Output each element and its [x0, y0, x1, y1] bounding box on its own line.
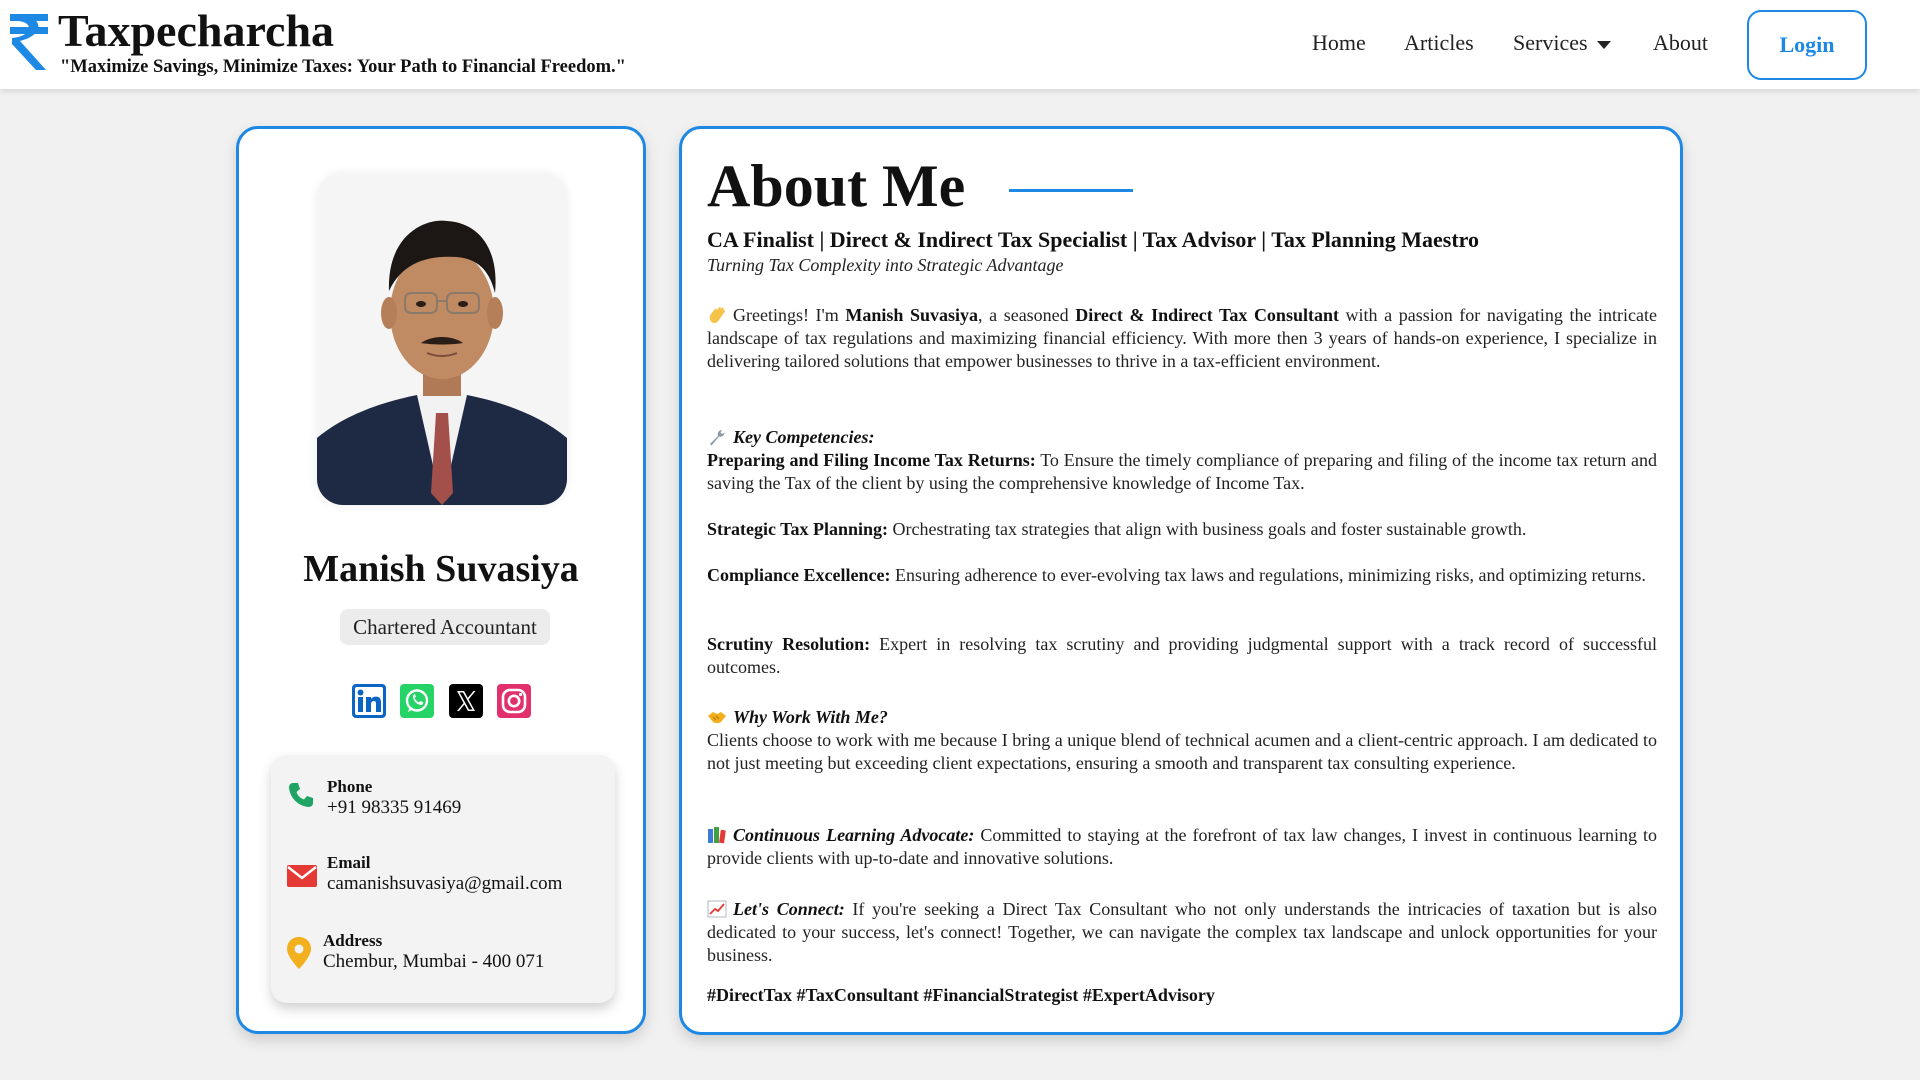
chart-increasing-icon	[707, 900, 727, 918]
title-underline	[1009, 189, 1133, 192]
email-label: Email	[327, 853, 371, 872]
nav-services[interactable]: Services	[1513, 30, 1611, 56]
intro-text-1: Greetings! I'm	[733, 305, 846, 325]
nav-articles[interactable]: Articles	[1404, 30, 1474, 56]
why-work-text: Clients choose to work with me because I…	[707, 730, 1657, 773]
brand-tagline: "Maximize Savings, Minimize Taxes: Your …	[60, 57, 626, 77]
hashtags: #DirectTax #TaxConsultant #FinancialStra…	[707, 985, 1215, 1005]
email-icon	[287, 865, 317, 887]
role-badge: Chartered Accountant	[340, 609, 550, 645]
why-work-heading: Why Work With Me?	[733, 707, 888, 727]
why-work-section: Why Work With Me? Clients choose to work…	[707, 706, 1657, 775]
about-card: About Me CA Finalist | Direct & Indirect…	[679, 126, 1683, 1035]
contact-info-box: Phone +91 98335 91469 Email camanishsuva…	[271, 755, 615, 1003]
intro-text-2: , a seasoned	[978, 305, 1076, 325]
profile-photo	[317, 173, 567, 505]
whatsapp-icon[interactable]	[399, 683, 435, 719]
site-header: Taxpecharcha "Maximize Savings, Minimize…	[0, 0, 1920, 89]
brand-name[interactable]: Taxpecharcha	[58, 2, 334, 60]
x-icon[interactable]	[448, 683, 484, 719]
key-competencies-heading: Key Competencies:	[733, 427, 875, 447]
instagram-icon[interactable]	[496, 683, 532, 719]
competency-title-2: Strategic Tax Planning:	[707, 519, 889, 539]
phone-label: Phone	[327, 777, 373, 796]
continuous-learning-section: Continuous Learning Advocate: Committed …	[707, 824, 1657, 870]
lets-connect-heading: Let's Connect:	[733, 899, 845, 919]
competency-compliance: Compliance Excellence: Ensuring adherenc…	[707, 564, 1657, 587]
nav-services-label: Services	[1513, 30, 1588, 55]
competency-strategic-planning: Strategic Tax Planning: Orchestrating ta…	[707, 518, 1657, 541]
competency-title-4: Scrutiny Resolution:	[707, 634, 871, 654]
login-button[interactable]: Login	[1747, 10, 1867, 80]
address-label: Address	[323, 931, 383, 950]
phone-value[interactable]: +91 98335 91469	[327, 797, 461, 819]
competency-text-3: Ensuring adherence to ever-evolving tax …	[890, 565, 1646, 585]
competency-text-2: Orchestrating tax strategies that align …	[888, 519, 1527, 539]
waving-hand-icon	[709, 307, 725, 324]
about-headline: CA Finalist | Direct & Indirect Tax Spec…	[707, 227, 1480, 252]
wrench-icon	[710, 430, 725, 446]
nav-home[interactable]: Home	[1312, 30, 1366, 56]
competency-title-1: Preparing and Filing Income Tax Returns:	[707, 450, 1036, 470]
chevron-down-icon	[1596, 40, 1611, 49]
about-subtitle: Turning Tax Complexity into Strategic Ad…	[707, 255, 1064, 275]
intro-name: Manish Suvasiya	[845, 305, 979, 325]
competency-scrutiny: Scrutiny Resolution: Expert in resolving…	[707, 633, 1657, 679]
profile-name: Manish Suvasiya	[303, 548, 579, 590]
email-value[interactable]: camanishsuvasiya@gmail.com	[327, 873, 562, 895]
location-pin-icon	[287, 937, 311, 969]
rupee-icon[interactable]	[8, 12, 52, 74]
lets-connect-section: Let's Connect: If you're seeking a Direc…	[707, 898, 1657, 967]
handshake-icon	[708, 712, 726, 724]
continuous-learning-heading: Continuous Learning Advocate:	[733, 825, 975, 845]
books-icon	[708, 827, 726, 844]
intro-role: Direct & Indirect Tax Consultant	[1075, 305, 1339, 325]
linkedin-icon[interactable]	[351, 683, 387, 719]
profile-card: Manish Suvasiya Chartered Accountant Pho…	[236, 126, 646, 1034]
competency-title-3: Compliance Excellence:	[707, 565, 891, 585]
lets-connect-text: If you're seeking a Direct Tax Consultan…	[707, 899, 1658, 965]
about-title: About Me	[707, 153, 966, 219]
nav-about[interactable]: About	[1653, 30, 1708, 56]
address-value: Chembur, Mumbai - 400 071	[323, 951, 545, 972]
intro-paragraph: Greetings! I'm Manish Suvasiya, a season…	[707, 304, 1657, 373]
key-competencies-section: Key Competencies: Preparing and Filing I…	[707, 426, 1657, 495]
phone-icon	[289, 783, 313, 807]
